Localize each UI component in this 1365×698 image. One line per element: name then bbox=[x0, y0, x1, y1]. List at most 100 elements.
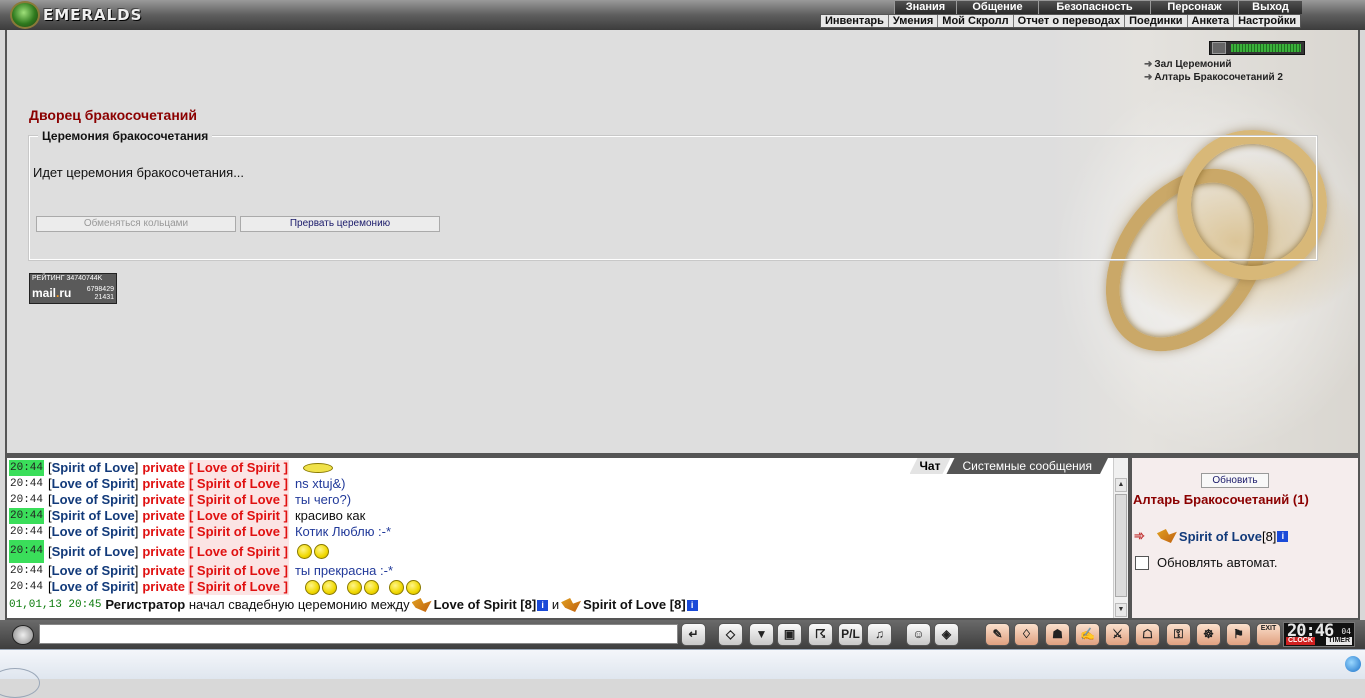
stop-ceremony-button[interactable]: Прервать церемонию bbox=[240, 216, 440, 232]
eraser-icon[interactable]: ◇ bbox=[718, 623, 743, 646]
tab-chat[interactable]: Чат bbox=[910, 458, 951, 474]
message-time[interactable]: 20:44 bbox=[9, 540, 45, 563]
private-label[interactable]: private bbox=[142, 524, 185, 540]
recipient-name[interactable]: Love of Spirit bbox=[197, 508, 280, 523]
private-label[interactable]: private bbox=[142, 579, 185, 595]
info-icon[interactable]: i bbox=[1277, 530, 1289, 542]
filter-icon[interactable]: ▼ bbox=[749, 623, 774, 646]
menu-security[interactable]: Безопасность bbox=[1038, 1, 1150, 14]
private-label[interactable]: private bbox=[142, 460, 185, 476]
message-time[interactable]: 20:44 bbox=[9, 508, 45, 524]
submenu-skills[interactable]: Умения bbox=[889, 15, 939, 27]
chat-input[interactable] bbox=[39, 624, 678, 644]
user-name[interactable]: Spirit of Love bbox=[1179, 529, 1262, 544]
group-icon[interactable]: ☸ bbox=[1196, 623, 1221, 646]
recipient-name[interactable]: Spirit of Love bbox=[197, 579, 280, 594]
exchange-rings-button[interactable]: Обменяться кольцами bbox=[36, 216, 236, 232]
info-icon[interactable]: i bbox=[537, 599, 549, 611]
game-logo[interactable]: EMERALDS bbox=[10, 1, 142, 29]
clock-label[interactable]: CLOCK bbox=[1286, 637, 1315, 645]
character-icon[interactable] bbox=[1212, 42, 1226, 54]
submenu-profile[interactable]: Анкета bbox=[1188, 15, 1235, 27]
private-label[interactable]: private bbox=[142, 508, 185, 524]
scroll-thumb[interactable] bbox=[1115, 494, 1127, 597]
user-list-item[interactable]: ➾ Spirit of Love [8] i bbox=[1134, 528, 1289, 544]
system-user2[interactable]: Spirit of Love bbox=[583, 597, 666, 613]
chat-mode-icon[interactable] bbox=[12, 625, 34, 645]
auto-refresh-checkbox[interactable] bbox=[1135, 555, 1149, 570]
menu-knowledge[interactable]: Знания bbox=[894, 1, 956, 14]
recipient-name[interactable]: Spirit of Love bbox=[197, 492, 280, 507]
system-actor[interactable]: Регистратор bbox=[105, 597, 185, 613]
rating-counter[interactable]: РЕЙТИНГ 34740744K mail.ru 6798429 21431 bbox=[29, 273, 117, 304]
menu-character[interactable]: Персонаж bbox=[1150, 1, 1238, 14]
pl-icon[interactable]: P/L bbox=[838, 623, 863, 646]
enter-icon[interactable]: ↵ bbox=[681, 623, 706, 646]
timer-label[interactable]: TIMER bbox=[1326, 637, 1352, 645]
sender-name[interactable]: Love of Spirit bbox=[52, 524, 135, 540]
helmet-icon[interactable]: ◈ bbox=[934, 623, 959, 646]
system-user1[interactable]: Love of Spirit bbox=[434, 597, 517, 613]
sound-icon[interactable]: ♫ bbox=[867, 623, 892, 646]
log-icon[interactable]: ▣ bbox=[777, 623, 802, 646]
recipient[interactable]: [ Spirit of Love ] bbox=[187, 476, 289, 492]
sender-name[interactable]: Spirit of Love bbox=[52, 540, 135, 563]
auto-refresh-option[interactable]: Обновлять автомат. bbox=[1135, 555, 1277, 570]
recipient[interactable]: [ Love of Spirit ] bbox=[187, 508, 289, 524]
recipient[interactable]: [ Spirit of Love ] bbox=[187, 563, 289, 579]
magic-wand-icon[interactable]: ✎ bbox=[985, 623, 1010, 646]
message-time[interactable]: 20:44 bbox=[9, 492, 44, 508]
sender-name[interactable]: Love of Spirit bbox=[52, 563, 135, 579]
recipient-name[interactable]: Spirit of Love bbox=[197, 476, 280, 491]
scroll-icon[interactable]: ✍ bbox=[1075, 623, 1100, 646]
lock-icon[interactable]: ⚿ bbox=[1166, 623, 1191, 646]
recipient[interactable]: [ Spirit of Love ] bbox=[187, 579, 289, 595]
message-time[interactable]: 20:44 bbox=[9, 524, 44, 540]
message-time[interactable]: 20:44 bbox=[9, 579, 44, 595]
scroll-up-icon[interactable]: ▲ bbox=[1115, 478, 1127, 492]
sender-name[interactable]: Love of Spirit bbox=[52, 579, 135, 595]
armor-icon[interactable]: ☖ bbox=[1135, 623, 1160, 646]
message-time[interactable]: 20:44 bbox=[9, 476, 44, 492]
exit-icon[interactable]: EXIT bbox=[1256, 623, 1281, 646]
submenu-my-scroll[interactable]: Мой Скролл bbox=[938, 15, 1014, 27]
recipient-name[interactable]: Spirit of Love bbox=[197, 563, 280, 578]
smiley-icon[interactable]: ☺ bbox=[906, 623, 931, 646]
money-bag-icon[interactable]: ♢ bbox=[1014, 623, 1039, 646]
location-link-altar[interactable]: ➜ Алтарь Бракосочетаний 2 bbox=[1144, 71, 1283, 84]
sender-name[interactable]: Spirit of Love bbox=[52, 508, 135, 524]
recipient-name[interactable]: Love of Spirit bbox=[197, 460, 280, 475]
flag-icon[interactable]: ⚑ bbox=[1226, 623, 1251, 646]
private-label[interactable]: private bbox=[142, 492, 185, 508]
private-label[interactable]: private bbox=[142, 540, 185, 563]
sender-name[interactable]: Love of Spirit bbox=[52, 476, 135, 492]
private-arrow-icon[interactable]: ➾ bbox=[1134, 528, 1145, 544]
menu-communication[interactable]: Общение bbox=[956, 1, 1038, 14]
private-label[interactable]: private bbox=[142, 476, 185, 492]
location-link-ceremony-hall[interactable]: ➜ Зал Церемоний bbox=[1144, 58, 1283, 71]
recipient-name[interactable]: Spirit of Love bbox=[197, 524, 280, 539]
message-time[interactable]: 20:44 bbox=[9, 563, 44, 579]
chat-scrollbar[interactable]: ▲ ▼ bbox=[1113, 458, 1128, 618]
recipient[interactable]: [ Spirit of Love ] bbox=[187, 492, 289, 508]
gold-icon[interactable]: ☗ bbox=[1045, 623, 1070, 646]
private-label[interactable]: private bbox=[142, 563, 185, 579]
running-man-icon[interactable]: ☈ bbox=[808, 623, 833, 646]
sender-name[interactable]: Love of Spirit bbox=[52, 492, 135, 508]
submenu-transfer-report[interactable]: Отчет о переводах bbox=[1014, 15, 1126, 27]
fight-icon[interactable]: ⚔ bbox=[1105, 623, 1130, 646]
recipient[interactable]: [ Spirit of Love ] bbox=[187, 524, 289, 540]
sender-name[interactable]: Spirit of Love bbox=[52, 460, 135, 476]
message-time[interactable]: 20:44 bbox=[9, 460, 45, 476]
info-icon[interactable]: i bbox=[686, 599, 698, 611]
tab-system-messages[interactable]: Системные сообщения bbox=[946, 458, 1108, 474]
menu-exit[interactable]: Выход bbox=[1238, 1, 1302, 14]
recipient[interactable]: [ Love of Spirit ] bbox=[187, 460, 289, 476]
recipient-name[interactable]: Love of Spirit bbox=[197, 544, 280, 559]
refresh-button[interactable]: Обновить bbox=[1201, 473, 1269, 488]
submenu-duels[interactable]: Поединки bbox=[1125, 15, 1188, 27]
submenu-settings[interactable]: Настройки bbox=[1234, 15, 1300, 27]
recipient[interactable]: [ Love of Spirit ] bbox=[187, 540, 289, 563]
scroll-down-icon[interactable]: ▼ bbox=[1115, 603, 1127, 617]
submenu-inventory[interactable]: Инвентарь bbox=[821, 15, 889, 27]
